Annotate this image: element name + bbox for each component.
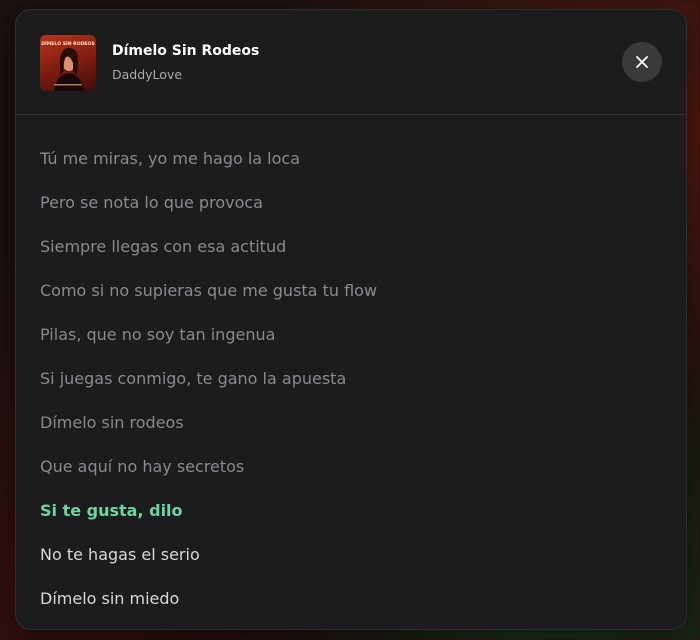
track-artist[interactable]: DaddyLove [112,67,182,82]
album-cover: DÍMELO SIN RODEOS [40,35,96,91]
close-icon [636,56,648,68]
lyric-line[interactable]: Pilas, que no soy tan ingenua [40,313,662,357]
lyric-line[interactable]: Si juegas conmigo, te gano la apuesta [40,357,662,401]
lyric-line-active[interactable]: Si te gusta, dilo [40,489,662,533]
lyric-line[interactable]: Siempre llegas con esa actitud [40,225,662,269]
modal-header: DÍMELO SIN RODEOS Dímelo Sin Rodeos Dadd… [16,10,686,115]
lyric-line[interactable]: Dímelo sin rodeos [40,401,662,445]
lyrics-list: Tú me miras, yo me hago la loca Pero se n… [40,137,662,629]
track-title: Dímelo Sin Rodeos [112,43,260,59]
close-button[interactable] [622,42,662,82]
lyric-line[interactable]: Dímelo sin miedo [40,577,662,621]
lyric-line[interactable]: Tú me miras, yo me hago la loca [40,137,662,181]
lyric-line[interactable]: Que aquí no hay secretos [40,445,662,489]
lyric-line[interactable]: No te hagas el serio [40,533,662,577]
lyric-line[interactable]: Como si no supieras que me gusta tu flow [40,269,662,313]
lyrics-modal: DÍMELO SIN RODEOS Dímelo Sin Rodeos Dadd… [15,9,687,630]
cover-title-text: DÍMELO SIN RODEOS [41,39,95,47]
lyric-line[interactable]: Pero se nota lo que provoca [40,181,662,225]
